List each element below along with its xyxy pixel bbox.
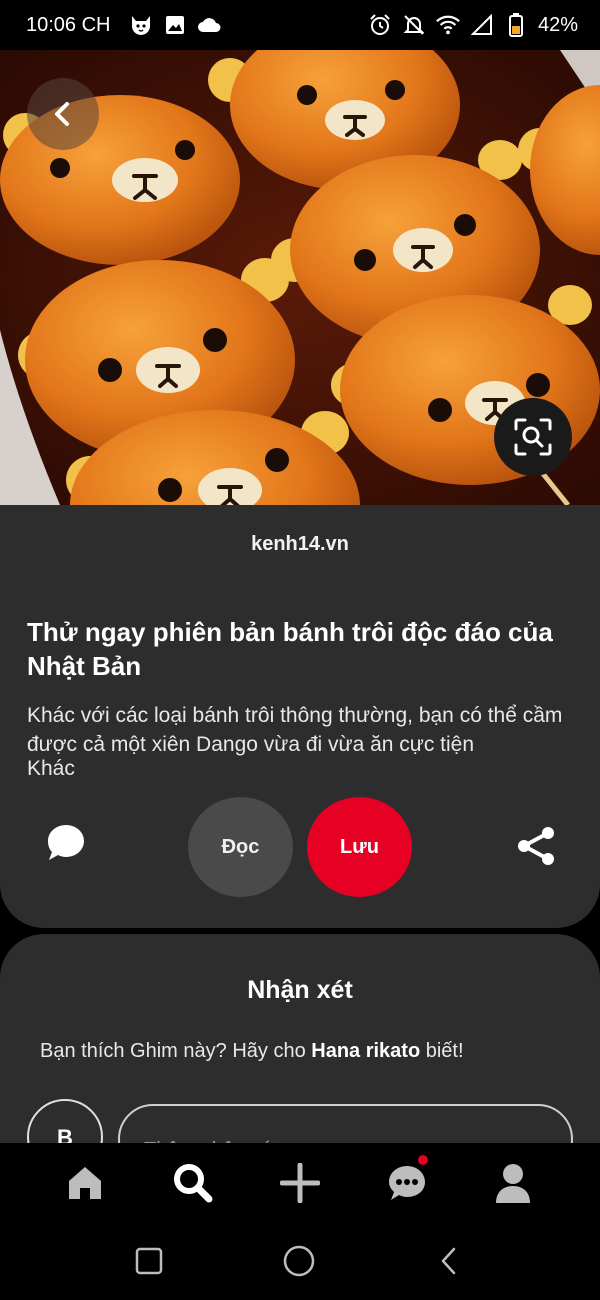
comments-section: Nhận xét Bạn thích Ghim này? Hãy cho Han… [0, 934, 600, 1154]
home-icon [69, 1167, 101, 1199]
status-bar: 10:06 CH 42% [0, 0, 600, 50]
pin-title: Thử ngay phiên bản bánh trôi độc đáo của… [27, 617, 553, 681]
recents-button[interactable] [131, 1243, 167, 1279]
read-button[interactable]: Đọc [188, 797, 293, 897]
pin-source-link[interactable]: kenh14.vn [0, 533, 600, 556]
nav-messages[interactable] [385, 1161, 429, 1205]
visual-search-button[interactable] [494, 398, 572, 476]
status-right-icons: 42% [368, 13, 578, 37]
comments-prompt-suffix: biết! [420, 1040, 464, 1062]
signal-icon [470, 13, 494, 37]
nav-home[interactable] [63, 1161, 107, 1205]
messages-notification-dot [418, 1155, 428, 1165]
comment-bubble-icon [48, 825, 84, 860]
visual-search-icon [514, 418, 552, 456]
status-left-icons [129, 13, 221, 37]
share-icon [518, 827, 554, 865]
status-time: 10:06 CH [26, 13, 111, 36]
home-circle-icon [283, 1245, 315, 1277]
pin-details-card: kenh14.vn Thử ngay phiên bản bánh trôi đ… [0, 505, 600, 928]
battery-percent: 42% [537, 13, 578, 36]
back-button[interactable] [27, 78, 99, 150]
bottom-navigation [0, 1143, 600, 1221]
pin-image[interactable] [0, 50, 600, 505]
share-button[interactable] [515, 825, 557, 872]
back-system-button[interactable] [431, 1243, 467, 1279]
battery-icon [504, 13, 528, 37]
wifi-icon [436, 13, 460, 37]
add-icon [280, 1163, 320, 1203]
pin-category[interactable]: Khác [27, 757, 75, 781]
nav-create[interactable] [278, 1161, 322, 1205]
home-button[interactable] [281, 1243, 317, 1279]
notification-cat-icon [129, 13, 153, 37]
cloud-icon [197, 13, 221, 37]
pin-owner-name[interactable]: Hana rikato [311, 1040, 420, 1062]
system-navigation [0, 1221, 600, 1300]
comments-prompt-prefix: Bạn thích Ghim này? Hãy cho [40, 1040, 312, 1062]
save-button[interactable]: Lưu [307, 797, 412, 897]
search-icon [174, 1164, 213, 1203]
profile-icon [496, 1164, 530, 1203]
pin-description: Khác với các loại bánh trôi thông thường… [27, 704, 563, 756]
comments-title: Nhận xét [247, 976, 353, 1004]
nav-profile[interactable] [491, 1161, 535, 1205]
chevron-left-icon [55, 102, 69, 126]
nav-search[interactable] [171, 1161, 215, 1205]
recents-icon [135, 1247, 163, 1275]
bell-off-icon [402, 13, 426, 37]
comment-button[interactable] [45, 822, 87, 869]
messages-icon [389, 1166, 425, 1200]
back-icon [441, 1247, 456, 1275]
comments-prompt: Bạn thích Ghim này? Hãy cho Hana rikato … [40, 1040, 464, 1063]
image-icon [163, 13, 187, 37]
alarm-icon [368, 13, 392, 37]
